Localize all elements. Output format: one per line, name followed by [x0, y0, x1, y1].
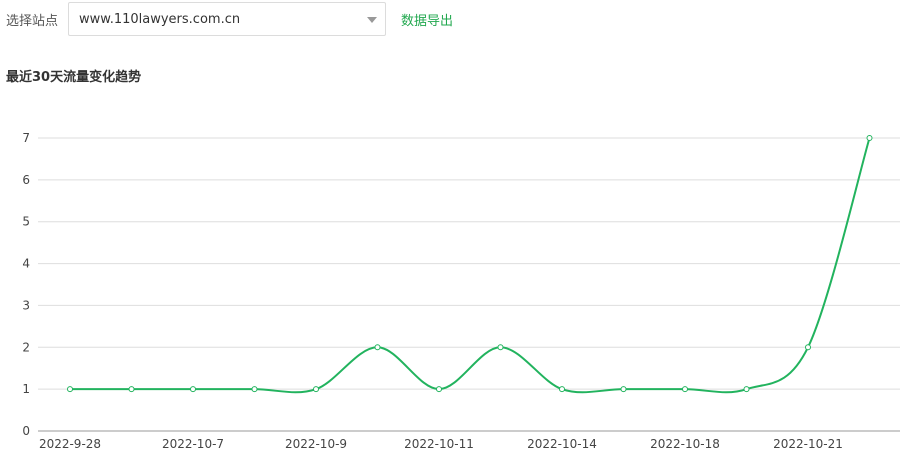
- data-point: [866, 135, 873, 141]
- data-point: [374, 344, 381, 351]
- data-point: [313, 386, 319, 393]
- data-point: [559, 386, 565, 393]
- x-tick-label: 2022-10-9: [285, 437, 347, 451]
- x-tick-label: 2022-10-11: [404, 437, 474, 451]
- x-tick-label: 2022-10-7: [162, 437, 224, 451]
- x-tick-label: 2022-10-21: [773, 437, 843, 451]
- x-tick-label: 2022-10-18: [650, 437, 720, 451]
- y-tick-label: 1: [22, 382, 30, 396]
- traffic-line-chart: 0 1 2 3 4 5 6 7 2022-9-28 2022-10-7 2022-10-9 2022-…: [22, 131, 900, 451]
- x-tick-label: 2022-9-28: [39, 437, 101, 451]
- y-tick-label: 7: [22, 131, 30, 145]
- y-tick-label: 6: [22, 173, 30, 187]
- y-tick-label: 3: [22, 298, 30, 312]
- x-tick-label: 2022-10-14: [527, 437, 597, 451]
- data-point: [620, 386, 627, 393]
- y-tick-label: 5: [22, 215, 30, 229]
- y-tick-label: 4: [22, 257, 30, 271]
- data-point: [743, 386, 750, 393]
- data-point: [67, 386, 73, 393]
- data-point: [190, 386, 196, 393]
- y-tick-label: 2: [22, 340, 30, 354]
- data-point: [682, 386, 688, 393]
- series-line: [69, 137, 871, 394]
- data-point: [497, 344, 504, 351]
- data-point: [251, 386, 258, 393]
- y-tick-label: 0: [22, 424, 30, 438]
- data-point: [436, 386, 442, 393]
- data-point: [128, 386, 135, 393]
- data-point: [805, 344, 811, 351]
